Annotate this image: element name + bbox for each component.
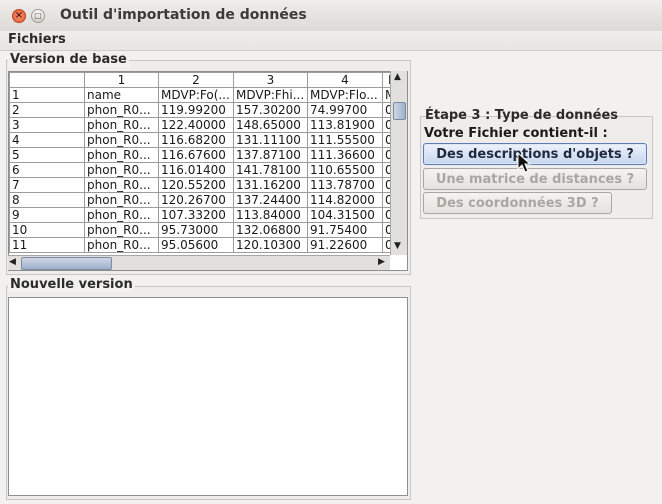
menu-bar: Fichiers bbox=[0, 31, 662, 51]
table-cell[interactable]: 95.73000 bbox=[158, 222, 234, 238]
table-cell[interactable]: 116.67600 bbox=[158, 147, 234, 163]
object-descriptions-button[interactable]: Des descriptions d'objets ? bbox=[423, 143, 647, 165]
table-cell[interactable]: 137.24400 bbox=[233, 192, 308, 208]
table-cell[interactable]: 119.99200 bbox=[158, 102, 234, 118]
table-cell[interactable]: phon_R0... bbox=[84, 177, 159, 193]
table-cell[interactable]: 120.10300 bbox=[233, 237, 308, 253]
maximize-window-button[interactable]: □ bbox=[31, 9, 45, 23]
table-cell[interactable]: phon_R0... bbox=[84, 117, 159, 133]
table-cell[interactable]: 132.06800 bbox=[233, 222, 308, 238]
window-title: Outil d'importation de données bbox=[60, 7, 307, 23]
table-cell[interactable]: MDVP:Fhi... bbox=[233, 87, 308, 103]
column-header[interactable]: 4 bbox=[307, 72, 383, 88]
3d-coordinates-button[interactable]: Des coordonnées 3D ? bbox=[423, 192, 612, 214]
table-cell[interactable]: 91.22600 bbox=[307, 237, 383, 253]
menu-fichiers[interactable]: Fichiers bbox=[8, 32, 66, 47]
table-cell[interactable]: 131.16200 bbox=[233, 177, 308, 193]
table-cell[interactable]: 111.55500 bbox=[307, 132, 383, 148]
table-row[interactable]: 1nameMDVP:Fo(...MDVP:Fhi...MDVP:Flo...M bbox=[9, 87, 403, 103]
scroll-left-icon[interactable]: ◀ bbox=[9, 257, 16, 267]
row-number-cell[interactable]: 6 bbox=[9, 162, 85, 178]
table-row[interactable]: 7 phon_R0... 120.55200 131.16200 113.78700 0 bbox=[9, 177, 403, 193]
table-cell[interactable]: 114.82000 bbox=[307, 192, 383, 208]
table-cell[interactable]: 157.30200 bbox=[233, 102, 308, 118]
table-cell[interactable]: phon_R0... bbox=[84, 222, 159, 238]
table-cell[interactable]: phon_R0... bbox=[84, 147, 159, 163]
table-cell[interactable]: phon_R0... bbox=[84, 162, 159, 178]
base-version-title: Version de base bbox=[8, 52, 129, 67]
column-header[interactable]: 3 bbox=[233, 72, 308, 88]
table-row[interactable]: 5 phon_R0... 116.67600 137.87100 111.36600 0 bbox=[9, 147, 403, 163]
scroll-up-icon[interactable]: ▲ bbox=[394, 72, 401, 82]
close-icon: × bbox=[14, 10, 24, 21]
table-cell[interactable]: MDVP:Flo... bbox=[307, 87, 383, 103]
maximize-icon: □ bbox=[34, 11, 42, 20]
column-header[interactable]: 1 bbox=[84, 72, 159, 88]
table-cell[interactable]: 131.11100 bbox=[233, 132, 308, 148]
table-cell[interactable]: phon_R0... bbox=[84, 207, 159, 223]
table-row[interactable]: 2 phon_R0... 119.99200 157.30200 74.99700 0 bbox=[9, 102, 403, 118]
row-number-cell[interactable]: 11 bbox=[9, 237, 85, 253]
row-number-cell[interactable]: 5 bbox=[9, 147, 85, 163]
table-cell[interactable]: 148.65000 bbox=[233, 117, 308, 133]
scroll-down-icon[interactable]: ▼ bbox=[394, 241, 401, 251]
table-cell[interactable]: phon_R0... bbox=[84, 237, 159, 253]
table-cell[interactable]: 120.26700 bbox=[158, 192, 234, 208]
table-cell[interactable]: 110.65500 bbox=[307, 162, 383, 178]
table-cell[interactable]: phon_R0... bbox=[84, 192, 159, 208]
table-cell[interactable]: 137.87100 bbox=[233, 147, 308, 163]
table-cell[interactable]: 113.81900 bbox=[307, 117, 383, 133]
title-bar: × □ Outil d'importation de données bbox=[0, 0, 662, 32]
table-row[interactable]: 4 phon_R0... 116.68200 131.11100 111.55500 0 bbox=[9, 132, 403, 148]
table-row[interactable]: 6 phon_R0... 116.01400 141.78100 110.65500 0 bbox=[9, 162, 403, 178]
table-cell[interactable]: 95.05600 bbox=[158, 237, 234, 253]
new-version-textarea[interactable] bbox=[8, 297, 408, 496]
row-number-cell[interactable]: 7 bbox=[9, 177, 85, 193]
table-cell[interactable]: phon_R0... bbox=[84, 102, 159, 118]
table-cell[interactable]: MDVP:Fo(... bbox=[158, 87, 234, 103]
table-cell[interactable]: 113.78700 bbox=[307, 177, 383, 193]
table-cell[interactable]: 104.31500 bbox=[307, 207, 383, 223]
table-cell[interactable]: 107.33200 bbox=[158, 207, 234, 223]
step-title: Étape 3 : Type de données bbox=[425, 108, 619, 123]
horizontal-scroll-thumb[interactable] bbox=[21, 257, 112, 270]
table-cell[interactable]: 116.01400 bbox=[158, 162, 234, 178]
table-cell[interactable]: 141.78100 bbox=[233, 162, 308, 178]
step-question: Votre Fichier contient-il : bbox=[424, 126, 608, 141]
row-number-cell[interactable]: 2 bbox=[9, 102, 85, 118]
table-row[interactable]: 9 phon_R0... 107.33200 113.84000 104.31500 0 bbox=[9, 207, 403, 223]
row-number-cell[interactable]: 10 bbox=[9, 222, 85, 238]
table-cell[interactable]: 111.36600 bbox=[307, 147, 383, 163]
table-horizontal-scrollbar[interactable]: ◀ ▶ bbox=[8, 255, 390, 270]
table-cell[interactable]: 122.40000 bbox=[158, 117, 234, 133]
vertical-scroll-thumb[interactable] bbox=[393, 102, 406, 120]
table-cell[interactable]: 120.55200 bbox=[158, 177, 234, 193]
table-cell[interactable]: phon_R0... bbox=[84, 132, 159, 148]
row-number-cell[interactable]: 9 bbox=[9, 207, 85, 223]
row-number-cell[interactable]: 1 bbox=[9, 87, 85, 103]
row-number-cell[interactable]: 4 bbox=[9, 132, 85, 148]
table-cell[interactable]: 91.75400 bbox=[307, 222, 383, 238]
column-header[interactable]: 2 bbox=[158, 72, 234, 88]
data-grid: 1234N 1nameMDVP:Fo(...MDVP:Fhi...MDVP:Fl… bbox=[9, 72, 403, 253]
table-cell[interactable]: 74.99700 bbox=[307, 102, 383, 118]
row-number-cell[interactable]: 8 bbox=[9, 192, 85, 208]
table-vertical-scrollbar[interactable]: ▲ ▼ bbox=[390, 71, 407, 255]
mouse-cursor-icon bbox=[517, 152, 532, 173]
distance-matrix-button[interactable]: Une matrice de distances ? bbox=[423, 168, 647, 190]
column-header[interactable] bbox=[9, 72, 85, 88]
row-number-cell[interactable]: 3 bbox=[9, 117, 85, 133]
table-row[interactable]: 8 phon_R0... 120.26700 137.24400 114.82000 0 bbox=[9, 192, 403, 208]
new-version-title: Nouvelle version bbox=[8, 277, 135, 292]
table-row[interactable]: 10 phon_R0... 95.73000 132.06800 91.75400 0 bbox=[9, 222, 403, 238]
scroll-right-icon[interactable]: ▶ bbox=[378, 257, 385, 267]
table-row[interactable]: 3 phon_R0... 122.40000 148.65000 113.81900 0 bbox=[9, 117, 403, 133]
table-cell[interactable]: name bbox=[84, 87, 159, 103]
data-table[interactable]: 1234N 1nameMDVP:Fo(...MDVP:Fhi...MDVP:Fl… bbox=[8, 71, 408, 271]
table-row[interactable]: 11 phon_R0... 95.05600 120.10300 91.22600 0 bbox=[9, 237, 403, 253]
table-cell[interactable]: 116.68200 bbox=[158, 132, 234, 148]
table-cell[interactable]: 113.84000 bbox=[233, 207, 308, 223]
close-window-button[interactable]: × bbox=[12, 9, 26, 23]
